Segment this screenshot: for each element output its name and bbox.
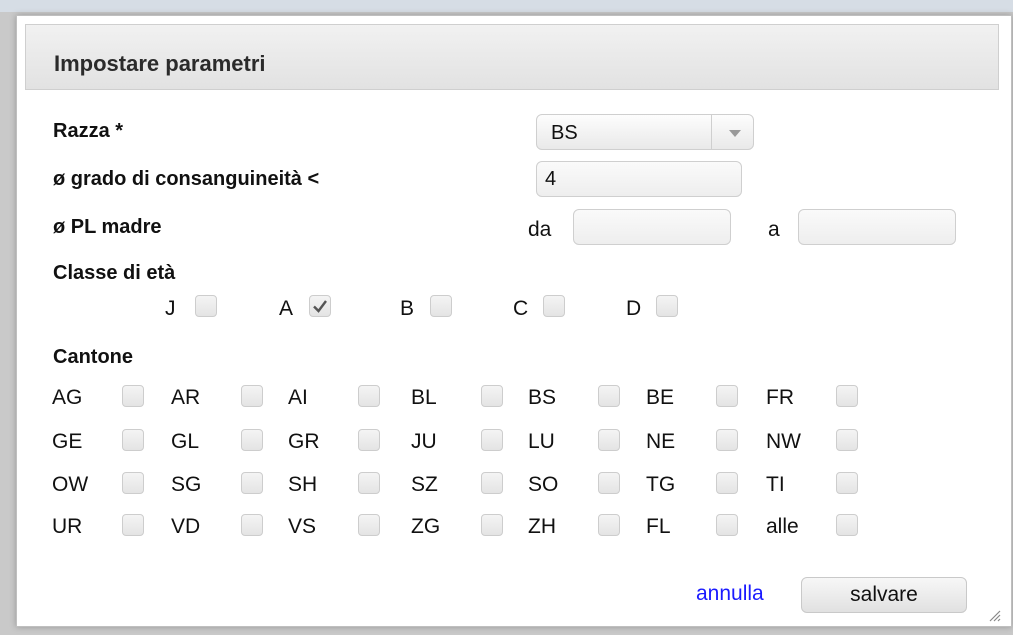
canton-sz-checkbox[interactable] — [481, 472, 503, 494]
age-class-d-label: D — [626, 297, 642, 320]
canton-sg-label: SG — [171, 473, 202, 496]
canton-gr-checkbox[interactable] — [358, 429, 380, 451]
canton-gl-checkbox[interactable] — [241, 429, 263, 451]
razza-select[interactable]: BS — [536, 114, 754, 150]
chevron-down-icon[interactable] — [729, 130, 741, 137]
dialog-titlebar[interactable]: Impostare parametri — [25, 24, 999, 90]
age-class-j-checkbox[interactable] — [195, 295, 217, 317]
resize-grip-icon[interactable] — [987, 608, 1001, 622]
canton-ow-checkbox[interactable] — [122, 472, 144, 494]
cantone-label: Cantone — [53, 346, 133, 368]
canton-fl-checkbox[interactable] — [716, 514, 738, 536]
pl-madre-from-input[interactable] — [573, 209, 731, 245]
pl-madre-to-input[interactable] — [798, 209, 956, 245]
canton-bl-checkbox[interactable] — [481, 385, 503, 407]
razza-label: Razza * — [53, 120, 124, 142]
canton-alle-label: alle — [766, 515, 799, 538]
canton-vs-checkbox[interactable] — [358, 514, 380, 536]
consanguineita-label: ø grado di consanguineità < — [53, 168, 320, 190]
canton-be-label: BE — [646, 386, 675, 409]
canton-lu-label: LU — [528, 430, 555, 453]
canton-ai-checkbox[interactable] — [358, 385, 380, 407]
canton-ar-checkbox[interactable] — [241, 385, 263, 407]
canton-lu-checkbox[interactable] — [598, 429, 620, 451]
age-class-j-label: J — [165, 297, 176, 320]
consanguineita-input[interactable] — [536, 161, 742, 197]
canton-ag-checkbox[interactable] — [122, 385, 144, 407]
canton-bs-label: BS — [528, 386, 557, 409]
age-class-c-checkbox[interactable] — [543, 295, 565, 317]
canton-ur-label: UR — [52, 515, 83, 538]
canton-vd-checkbox[interactable] — [241, 514, 263, 536]
age-class-c-label: C — [513, 297, 529, 320]
canton-ju-checkbox[interactable] — [481, 429, 503, 451]
save-button[interactable]: salvare — [801, 577, 967, 613]
canton-gr-label: GR — [288, 430, 320, 453]
canton-nw-label: NW — [766, 430, 801, 453]
canton-ti-label: TI — [766, 473, 785, 496]
canton-zh-label: ZH — [528, 515, 556, 538]
a-label: a — [768, 218, 780, 241]
canton-sg-checkbox[interactable] — [241, 472, 263, 494]
canton-ge-label: GE — [52, 430, 83, 453]
canton-gl-label: GL — [171, 430, 200, 453]
canton-fr-checkbox[interactable] — [836, 385, 858, 407]
age-class-label: Classe di età — [53, 262, 176, 284]
checkmark-icon — [313, 300, 327, 313]
background-strip — [0, 0, 1013, 12]
canton-zg-label: ZG — [411, 515, 441, 538]
canton-ar-label: AR — [171, 386, 201, 409]
select-separator — [711, 115, 712, 149]
canton-ne-label: NE — [646, 430, 676, 453]
canton-fl-label: FL — [646, 515, 671, 538]
dialog-title: Impostare parametri — [54, 51, 266, 76]
canton-sh-checkbox[interactable] — [358, 472, 380, 494]
canton-alle-checkbox[interactable] — [836, 514, 858, 536]
canton-be-checkbox[interactable] — [716, 385, 738, 407]
canton-ge-checkbox[interactable] — [122, 429, 144, 451]
canton-ne-checkbox[interactable] — [716, 429, 738, 451]
canton-ow-label: OW — [52, 473, 89, 496]
canton-nw-checkbox[interactable] — [836, 429, 858, 451]
canton-so-label: SO — [528, 473, 559, 496]
canton-tg-checkbox[interactable] — [716, 472, 738, 494]
canton-ju-label: JU — [411, 430, 437, 453]
age-class-a-checkbox[interactable] — [309, 295, 331, 317]
canton-ti-checkbox[interactable] — [836, 472, 858, 494]
canton-bs-checkbox[interactable] — [598, 385, 620, 407]
age-class-a-label: A — [279, 297, 294, 320]
age-class-b-checkbox[interactable] — [430, 295, 452, 317]
pl-madre-label: ø PL madre — [53, 216, 162, 238]
canton-ag-label: AG — [52, 386, 83, 409]
age-class-d-checkbox[interactable] — [656, 295, 678, 317]
canton-vs-label: VS — [288, 515, 317, 538]
settings-dialog: Impostare parametri Razza * BS ø grado d… — [16, 15, 1012, 627]
da-label: da — [528, 218, 552, 241]
age-class-b-label: B — [400, 297, 415, 320]
canton-vd-label: VD — [171, 515, 201, 538]
canton-bl-label: BL — [411, 386, 437, 409]
razza-selected-value: BS — [551, 122, 578, 144]
canton-zg-checkbox[interactable] — [481, 514, 503, 536]
cancel-link[interactable]: annulla — [696, 582, 764, 606]
canton-ur-checkbox[interactable] — [122, 514, 144, 536]
canton-fr-label: FR — [766, 386, 794, 409]
canton-tg-label: TG — [646, 473, 676, 496]
canton-ai-label: AI — [288, 386, 308, 409]
canton-sz-label: SZ — [411, 473, 438, 496]
canton-sh-label: SH — [288, 473, 318, 496]
canton-zh-checkbox[interactable] — [598, 514, 620, 536]
canton-so-checkbox[interactable] — [598, 472, 620, 494]
